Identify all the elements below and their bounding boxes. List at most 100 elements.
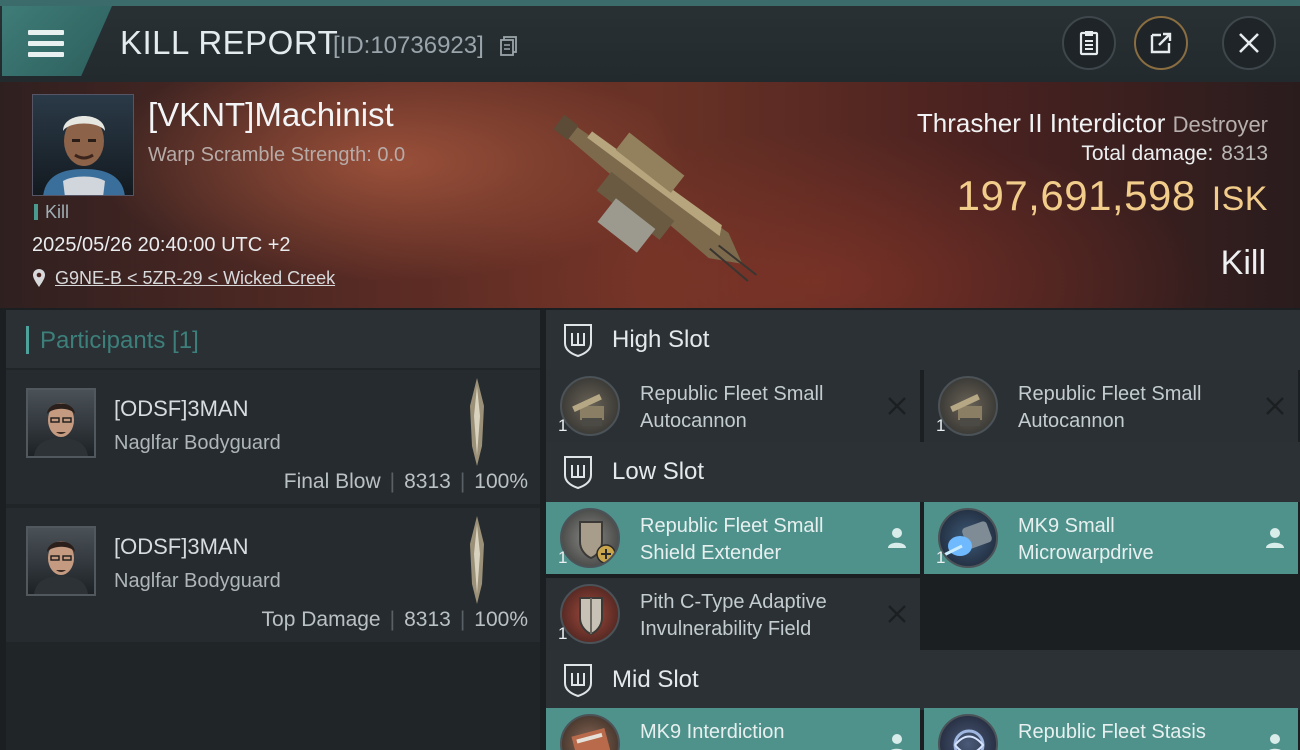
- dropped-person-icon: [1268, 734, 1282, 750]
- module-name-line2: Microwarpdrive: [1018, 542, 1154, 564]
- module-item[interactable]: 1 Pith C-Type Adaptive Invulnerability F…: [546, 578, 920, 650]
- stats-separator: |: [389, 608, 396, 631]
- module-name-line2: Invulnerability Field: [640, 618, 812, 640]
- menu-icon: [28, 30, 64, 58]
- module-item[interactable]: 1 Republic Fleet Small Autocannon: [546, 370, 920, 442]
- isk-value: 197,691,598 ISK: [957, 172, 1268, 220]
- kill-tag: Kill: [34, 203, 69, 221]
- module-icon: [560, 508, 620, 568]
- module-item[interactable]: 1 Republic Fleet Small Autocannon: [924, 370, 1298, 442]
- participant-damage: 8313: [404, 608, 451, 631]
- stats-separator: |: [389, 470, 396, 493]
- high-slot-header: High Slot: [546, 310, 1300, 370]
- participant-ship: Naglfar Bodyguard: [114, 570, 281, 592]
- victim-avatar: [43, 116, 125, 195]
- module-item[interactable]: MK9 Interdiction: [546, 708, 920, 750]
- kill-datetime: 2025/05/26 20:40:00 UTC +2: [32, 234, 291, 256]
- slot-shield-icon: [564, 456, 592, 489]
- module-name-line2: Autocannon: [640, 410, 747, 432]
- participant-damage: 8313: [404, 470, 451, 493]
- module-name-line1: Republic Fleet Stasis: [1018, 721, 1206, 743]
- participant-ship-icon: [470, 378, 484, 466]
- participant-ship-icon: [470, 516, 484, 604]
- participants-header[interactable]: Participants [1]: [6, 310, 540, 368]
- location-pin-icon: [33, 269, 45, 287]
- title-bar-accent: [0, 0, 1300, 6]
- module-icon: [938, 714, 998, 750]
- kill-result: Kill: [1220, 244, 1266, 282]
- total-damage-value: 8313: [1221, 142, 1268, 165]
- slot-title: Mid Slot: [612, 666, 699, 693]
- module-name: Republic Fleet Stasis: [1018, 719, 1206, 746]
- page-title: KILL REPORT: [120, 24, 339, 61]
- slot-shield-icon: [564, 664, 592, 697]
- dropped-person-icon: [1266, 528, 1284, 548]
- module-name-line1: MK9 Interdiction: [640, 721, 785, 743]
- share-icon: [1150, 32, 1172, 54]
- destroyed-icon: [888, 605, 906, 623]
- module-name-line1: Republic Fleet Small: [640, 515, 824, 537]
- participant-role: Final Blow: [283, 470, 381, 493]
- slot-shield-icon: [564, 324, 592, 357]
- close-icon: [1239, 33, 1259, 53]
- module-name: MK9 Interdiction: [640, 719, 785, 746]
- module-icon: [560, 376, 620, 436]
- close-button[interactable]: [1222, 16, 1276, 70]
- copy-icon[interactable]: [500, 36, 518, 56]
- participant-card[interactable]: [ODSF]3MAN Naglfar Bodyguard Top Damage |…: [6, 508, 540, 642]
- location-link[interactable]: G9NE-B < 5ZR-29 < Wicked Creek: [55, 268, 335, 289]
- dropped-person-icon: [888, 528, 906, 548]
- module-item[interactable]: Republic Fleet Stasis: [924, 708, 1298, 750]
- share-button[interactable]: [1134, 16, 1188, 70]
- module-quantity: 1: [936, 548, 946, 567]
- dropped-person-icon: [890, 734, 904, 750]
- module-quantity: 1: [558, 548, 568, 567]
- module-icon: [938, 376, 998, 436]
- isk-unit: ISK: [1211, 180, 1268, 218]
- module-quantity: 1: [558, 416, 568, 435]
- participant-avatar: [26, 388, 96, 458]
- module-icon: [938, 508, 998, 568]
- module-name-line1: Republic Fleet Small: [640, 383, 824, 405]
- stats-separator: |: [459, 470, 466, 493]
- isk-amount: 197,691,598: [956, 172, 1196, 219]
- total-damage-label: Total damage:: [1081, 142, 1214, 165]
- ship-name: Thrasher II Interdictor: [916, 108, 1166, 138]
- module-item[interactable]: 1 MK9 Small Microwarpdrive: [924, 502, 1298, 574]
- module-name: Republic Fleet Small Shield Extender: [640, 513, 823, 567]
- report-id: [ID:10736923]: [333, 32, 484, 59]
- participant-card[interactable]: [ODSF]3MAN Naglfar Bodyguard Final Blow |…: [6, 370, 540, 504]
- module-quantity: 1: [936, 416, 946, 435]
- menu-button[interactable]: [2, 6, 112, 76]
- warp-scramble-strength: Warp Scramble Strength: 0.0: [148, 144, 406, 166]
- participant-percent: 100%: [474, 608, 528, 631]
- mid-slot-header: Mid Slot: [546, 650, 1300, 710]
- participant-ship: Naglfar Bodyguard: [114, 432, 281, 454]
- slot-title: High Slot: [612, 326, 710, 353]
- module-name: Republic Fleet Small Autocannon: [1018, 381, 1201, 435]
- stats-separator: |: [459, 608, 466, 631]
- participant-name: [ODSF]3MAN: [114, 396, 249, 421]
- victim-ship-image[interactable]: [525, 92, 785, 302]
- victim-name[interactable]: [VKNT]Machinist: [148, 96, 394, 134]
- participant-stats: Top Damage | 8313 | 100%: [262, 608, 528, 632]
- participant-percent: 100%: [474, 470, 528, 493]
- module-name: MK9 Small Microwarpdrive: [1018, 513, 1154, 567]
- participant-name: [ODSF]3MAN: [114, 534, 249, 559]
- victim-portrait[interactable]: [32, 94, 134, 196]
- destroyed-icon: [1266, 397, 1284, 415]
- victim-ship-type: Thrasher II Interdictor Destroyer: [917, 108, 1268, 139]
- participants-title: Participants [1]: [40, 327, 199, 354]
- participants-panel: Participants [1] [ODSF]3MAN Naglfar Body…: [6, 310, 540, 750]
- module-icon: [560, 584, 620, 644]
- module-item[interactable]: 1 Republic Fleet Small Shield Extender: [546, 502, 920, 574]
- participants-accent-bar: [26, 326, 29, 354]
- participant-stats: Final Blow | 8313 | 100%: [284, 470, 528, 494]
- module-name-line1: MK9 Small: [1018, 515, 1115, 537]
- participant-role: Top Damage: [261, 608, 381, 631]
- module-name-line2: Autocannon: [1018, 410, 1125, 432]
- destroyed-icon: [888, 397, 906, 415]
- clipboard-icon: [1079, 31, 1099, 56]
- low-slot-header: Low Slot: [546, 442, 1300, 502]
- clipboard-button[interactable]: [1062, 16, 1116, 70]
